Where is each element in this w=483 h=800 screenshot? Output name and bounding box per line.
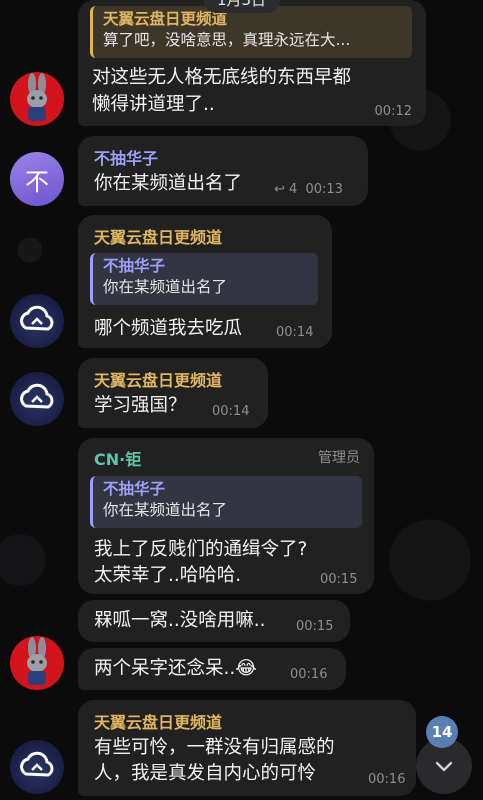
message-text: 对这些无人格无底线的东西早都 xyxy=(92,67,352,88)
message-text: 你在某频道出名了 xyxy=(94,173,243,194)
cloud-icon xyxy=(20,383,54,409)
message-bubble[interactable]: CN·钜 管理员 不抽华子 你在某频道出名了 我上了反贱们的通缉令了? 太荣幸了… xyxy=(78,438,374,594)
avatar[interactable] xyxy=(10,636,64,690)
chevron-down-icon xyxy=(435,761,453,772)
reply-text: 你在某频道出名了 xyxy=(103,278,228,296)
sender-name[interactable]: 不抽华子 xyxy=(94,145,158,169)
message-time: 00:15 xyxy=(320,572,358,587)
reply-arrow-icon: ↩ xyxy=(274,182,285,197)
sender-name[interactable]: 天翼云盘日更频道 xyxy=(94,367,222,391)
replies-count: 4 xyxy=(289,182,298,197)
unread-count-badge: 14 xyxy=(426,716,458,748)
message-text: 两个呆字还念呆..😂 xyxy=(94,658,257,679)
message-bubble[interactable]: 天翼云盘日更频道 有些可怜，一群没有归属感的 人，我是真发自内心的可怜 00:1… xyxy=(78,700,416,796)
message-text: 有些可怜，一群没有归属感的 xyxy=(94,737,335,758)
message-bubble[interactable]: 天翼云盘日更频道 算了吧，没啥意思，真理永远在大... 对这些无人格无底线的东西… xyxy=(78,0,426,126)
message-bubble[interactable]: 天翼云盘日更频道 不抽华子 你在某频道出名了 哪个频道我去吃瓜 00:14 xyxy=(78,215,332,348)
message-text: 哪个频道我去吃瓜 xyxy=(94,318,243,339)
message-text: 太荣幸了..哈哈哈. xyxy=(94,565,242,586)
message-bubble[interactable]: 两个呆字还念呆..😂 00:16 xyxy=(78,648,346,690)
message-time: 00:16 xyxy=(368,772,406,787)
message-time: 00:16 xyxy=(290,667,328,682)
reply-quote[interactable]: 不抽华子 你在某频道出名了 xyxy=(90,476,362,528)
avatar[interactable] xyxy=(10,740,64,794)
message-text: 学习强国？ xyxy=(94,395,187,416)
cloud-icon xyxy=(20,305,54,331)
date-pill: 1月3日 xyxy=(202,0,281,13)
avatar[interactable]: 不 xyxy=(10,152,64,206)
rabbit-icon xyxy=(27,637,47,685)
reply-sender: 不抽华子 xyxy=(103,257,166,275)
avatar[interactable] xyxy=(10,294,64,348)
message-time: 00:14 xyxy=(276,325,314,340)
message-time: 00:15 xyxy=(296,619,334,634)
sender-name[interactable]: 天翼云盘日更频道 xyxy=(94,224,222,248)
cloud-icon xyxy=(20,751,54,777)
message-time: 00:14 xyxy=(212,404,250,419)
avatar[interactable] xyxy=(10,372,64,426)
message-bubble[interactable]: 槑呱一窝..没啥用嘛.. 00:15 xyxy=(78,600,350,642)
admin-badge: 管理员 xyxy=(318,450,360,466)
sender-name[interactable]: 天翼云盘日更频道 xyxy=(94,709,222,733)
message-text: 懒得讲道理了.. xyxy=(92,94,215,115)
avatar-letter: 不 xyxy=(25,167,49,196)
message-text: 我上了反贱们的通缉令了? xyxy=(94,539,308,560)
avatar[interactable] xyxy=(10,72,64,126)
reply-quote[interactable]: 不抽华子 你在某频道出名了 xyxy=(90,253,318,305)
reply-sender: 不抽华子 xyxy=(103,480,166,498)
sender-name[interactable]: CN·钜 xyxy=(94,446,141,470)
reply-quote[interactable]: 天翼云盘日更频道 算了吧，没啥意思，真理永远在大... xyxy=(90,6,412,58)
reply-text: 算了吧，没啥意思，真理永远在大... xyxy=(103,31,351,49)
rabbit-icon xyxy=(27,73,47,121)
message-text: 人，我是真发自内心的可怜 xyxy=(94,763,317,784)
message-text: 槑呱一窝..没啥用嘛.. xyxy=(94,610,266,631)
reply-text: 你在某频道出名了 xyxy=(103,501,228,519)
message-bubble[interactable]: 天翼云盘日更频道 学习强国？ 00:14 xyxy=(78,358,268,428)
message-time: 00:12 xyxy=(374,104,412,119)
message-time: 00:13 xyxy=(305,182,343,197)
message-bubble[interactable]: 不抽华子 你在某频道出名了 ↩ 4 00:13 xyxy=(78,136,368,206)
replies-indicator[interactable]: ↩ 4 00:13 xyxy=(274,182,343,197)
